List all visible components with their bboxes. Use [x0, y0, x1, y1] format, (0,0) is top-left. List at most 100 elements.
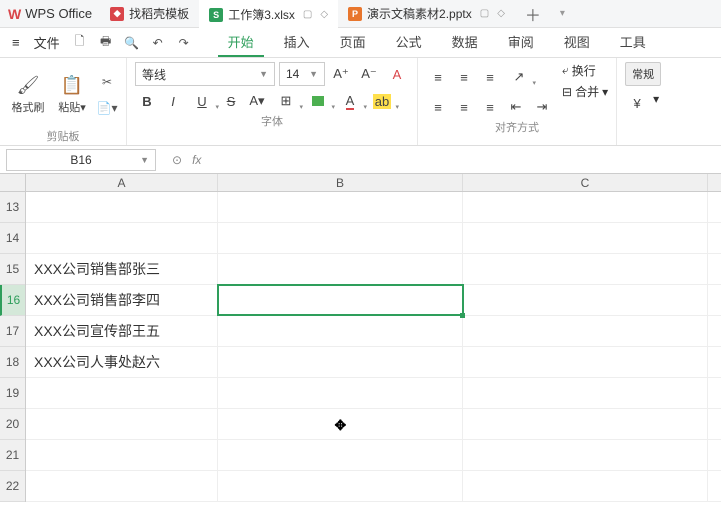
align-bottom-icon[interactable]: ≡	[478, 66, 502, 88]
row-header-13[interactable]: 13	[0, 192, 25, 223]
cell-B15[interactable]	[218, 254, 463, 284]
tab-formula[interactable]: 公式	[386, 28, 432, 57]
preview-icon[interactable]: 🔍	[123, 34, 141, 52]
cell-B14[interactable]	[218, 223, 463, 253]
cell-A15[interactable]: XXX公司销售部张三	[26, 254, 218, 284]
increase-font-icon[interactable]: A⁺	[329, 63, 353, 85]
cell-B20[interactable]	[218, 409, 463, 439]
copy-icon[interactable]: 📄▾	[96, 97, 118, 119]
save-icon[interactable]: 🗋	[71, 34, 89, 52]
align-center-icon[interactable]: ≡	[452, 96, 476, 118]
tab-insert[interactable]: 插入	[274, 28, 320, 57]
name-box[interactable]: B16▼	[6, 149, 156, 171]
underline-button[interactable]: U▾	[187, 90, 217, 112]
tab-workbook[interactable]: S 工作簿3.xlsx ▢ ◇	[199, 0, 338, 28]
cell-A14[interactable]	[26, 223, 218, 253]
cell-A22[interactable]	[26, 471, 218, 501]
tab-min-icon[interactable]: ▢	[480, 8, 489, 19]
tab-close-icon[interactable]: ◇	[320, 9, 328, 20]
wrap-text-button[interactable]: ⤶ 换行	[562, 62, 608, 79]
cell-A13[interactable]	[26, 192, 218, 222]
indent-right-icon[interactable]: ⇥	[530, 96, 554, 118]
redo-icon[interactable]: ↷	[175, 34, 193, 52]
row-header-21[interactable]: 21	[0, 440, 25, 471]
cell-C17[interactable]	[463, 316, 708, 346]
col-header-c[interactable]: C	[463, 174, 708, 191]
align-left-icon[interactable]: ≡	[426, 96, 450, 118]
cell-C22[interactable]	[463, 471, 708, 501]
row-header-20[interactable]: 20	[0, 409, 25, 440]
strike-button[interactable]: S	[219, 90, 243, 112]
undo-icon[interactable]: ↶	[149, 34, 167, 52]
tab-close-icon[interactable]: ◇	[497, 8, 505, 19]
orientation-icon[interactable]: ↗▾	[504, 66, 534, 88]
row-header-14[interactable]: 14	[0, 223, 25, 254]
border-button[interactable]: ⊞▾	[271, 90, 301, 112]
tab-tools[interactable]: 工具	[610, 28, 656, 57]
bold-button[interactable]: B	[135, 90, 159, 112]
cell-B17[interactable]	[218, 316, 463, 346]
row-header-16[interactable]: 16	[0, 285, 25, 316]
tab-view[interactable]: 视图	[554, 28, 600, 57]
row-header-15[interactable]: 15	[0, 254, 25, 285]
col-header-a[interactable]: A	[26, 174, 218, 191]
tab-presentation[interactable]: P 演示文稿素材2.pptx ▢ ◇	[338, 0, 515, 28]
tab-data[interactable]: 数据	[442, 28, 488, 57]
cell-B19[interactable]	[218, 378, 463, 408]
clear-format-icon[interactable]: A	[385, 63, 409, 85]
cell-C18[interactable]	[463, 347, 708, 377]
cut-icon[interactable]: ✂	[96, 71, 118, 93]
new-tab-button[interactable]: ＋	[515, 2, 551, 26]
cells-area[interactable]: XXX公司销售部张三XXX公司销售部李四XXX公司宣传部王五XXX公司人事处赵六	[26, 192, 721, 502]
cell-C20[interactable]	[463, 409, 708, 439]
fx-icon[interactable]: fx	[192, 153, 201, 167]
number-format-select[interactable]: 常规	[625, 62, 661, 86]
decrease-font-icon[interactable]: A⁻	[357, 63, 381, 85]
align-middle-icon[interactable]: ≡	[452, 66, 476, 88]
cell-A18[interactable]: XXX公司人事处赵六	[26, 347, 218, 377]
select-all-corner[interactable]	[0, 174, 26, 192]
align-top-icon[interactable]: ≡	[426, 66, 450, 88]
cell-B18[interactable]	[218, 347, 463, 377]
tab-min-icon[interactable]: ▢	[303, 9, 312, 20]
file-menu[interactable]: 文件	[28, 30, 66, 55]
highlight-button[interactable]: ab▾	[367, 90, 397, 112]
cell-C14[interactable]	[463, 223, 708, 253]
cell-A20[interactable]	[26, 409, 218, 439]
merge-button[interactable]: ⊟ 合并▾	[562, 83, 608, 100]
row-header-22[interactable]: 22	[0, 471, 25, 502]
fill-color-button[interactable]: ▾	[303, 90, 333, 112]
print-icon[interactable]: 🖶	[97, 34, 115, 52]
font-color-button[interactable]: A▾	[335, 90, 365, 112]
font-size-select[interactable]: 14▼	[279, 62, 325, 86]
align-right-icon[interactable]: ≡	[478, 96, 502, 118]
cell-C16[interactable]	[463, 285, 708, 315]
hamburger-icon[interactable]: ≡	[6, 32, 26, 53]
tab-home[interactable]: 开始	[218, 28, 264, 57]
cell-B21[interactable]	[218, 440, 463, 470]
cell-B16[interactable]	[218, 285, 463, 315]
tab-page[interactable]: 页面	[330, 28, 376, 57]
cell-A16[interactable]: XXX公司销售部李四	[26, 285, 218, 315]
currency-button[interactable]: ¥	[625, 92, 649, 114]
format-painter-button[interactable]: 🖌 格式刷	[8, 62, 48, 127]
row-header-19[interactable]: 19	[0, 378, 25, 409]
paste-button[interactable]: 📋 粘贴▾	[52, 62, 92, 127]
cell-C15[interactable]	[463, 254, 708, 284]
tab-list-icon[interactable]: ▾	[554, 8, 571, 19]
text-effect-button[interactable]: A▾	[245, 90, 269, 112]
formula-input[interactable]	[211, 150, 711, 170]
cell-B13[interactable]	[218, 192, 463, 222]
indent-left-icon[interactable]: ⇤	[504, 96, 528, 118]
font-family-select[interactable]: 等线▼	[135, 62, 275, 86]
cell-A19[interactable]	[26, 378, 218, 408]
cell-A17[interactable]: XXX公司宣传部王五	[26, 316, 218, 346]
italic-button[interactable]: I	[161, 90, 185, 112]
cell-C13[interactable]	[463, 192, 708, 222]
cell-C21[interactable]	[463, 440, 708, 470]
col-header-b[interactable]: B	[218, 174, 463, 191]
cell-B22[interactable]	[218, 471, 463, 501]
row-header-17[interactable]: 17	[0, 316, 25, 347]
cell-C19[interactable]	[463, 378, 708, 408]
row-header-18[interactable]: 18	[0, 347, 25, 378]
